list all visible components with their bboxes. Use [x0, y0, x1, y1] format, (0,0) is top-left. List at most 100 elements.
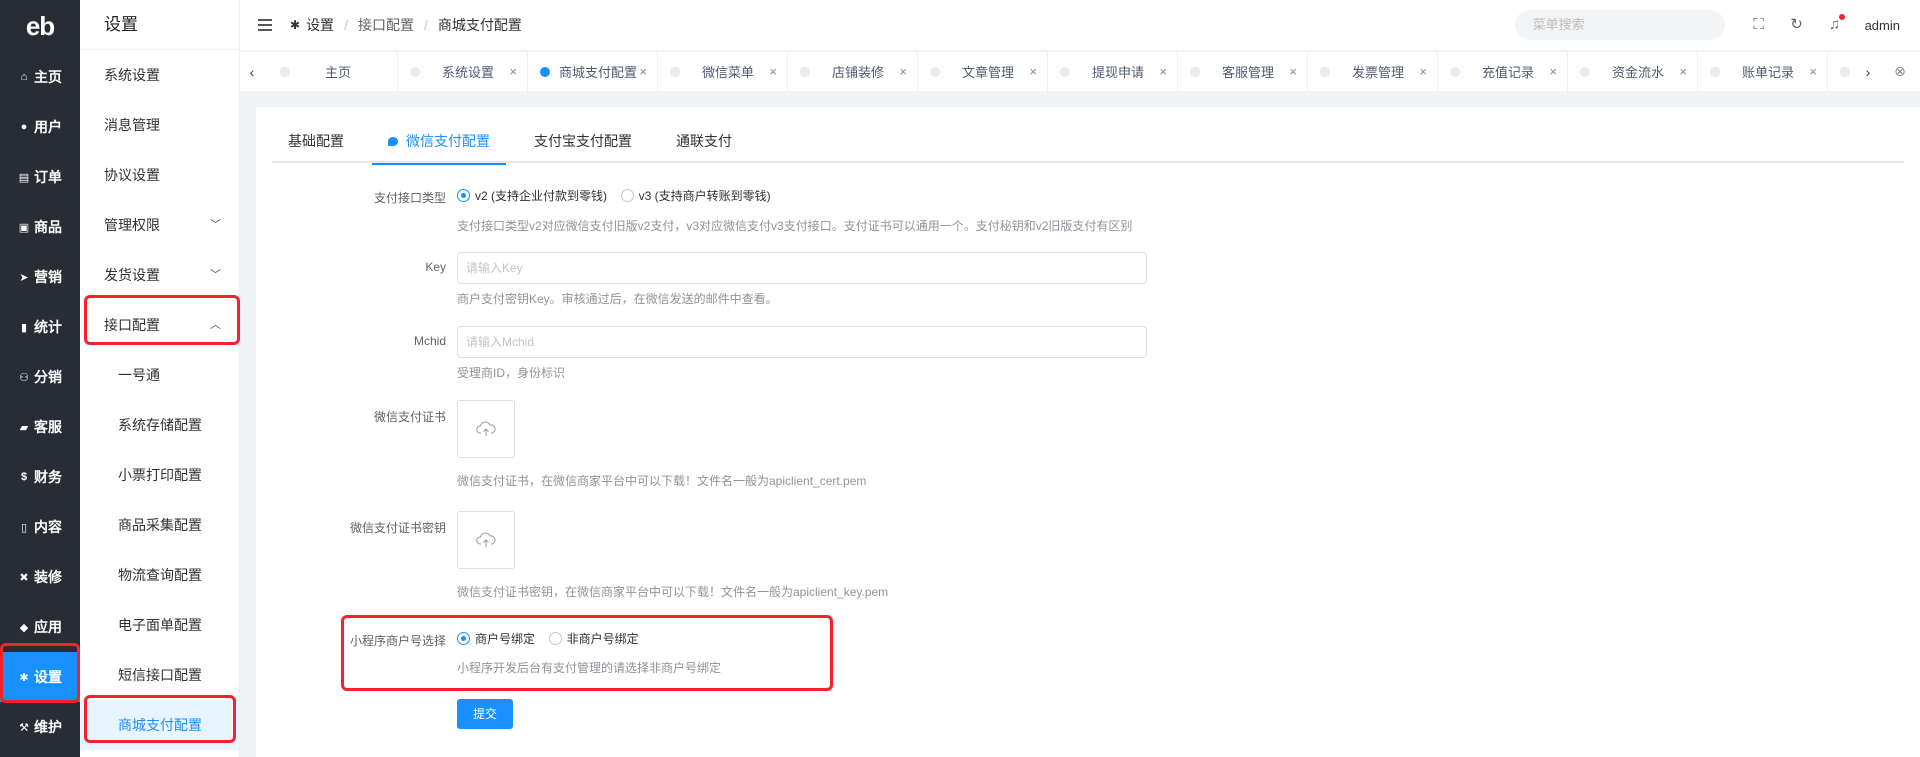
highlight-box-settings: [0, 643, 80, 703]
close-icon[interactable]: ×: [1029, 64, 1037, 79]
page-tab[interactable]: 微信菜单 ×: [658, 51, 788, 92]
breadcrumb-separator: /: [344, 17, 348, 33]
breadcrumb-mid[interactable]: 接口配置: [358, 15, 414, 35]
submit-button[interactable]: 提交: [457, 699, 513, 729]
submenu-item-shipping[interactable]: 发货设置 ﹀: [80, 250, 239, 300]
rail-item-2[interactable]: ▤ 订单: [0, 152, 80, 202]
submenu-child-item[interactable]: 系统存储配置: [80, 400, 239, 450]
tab-label: 商城支付配置: [558, 65, 637, 80]
pay-type-hint: 支付接口类型v2对应微信支付旧版v2支付，v3对应微信支付v3支付接口。支付证书…: [457, 219, 1133, 233]
chevron-left-icon[interactable]: ‹: [240, 64, 264, 80]
tab-label: 发票管理: [1351, 65, 1404, 80]
cloud-upload-icon: [476, 532, 496, 547]
submenu-child-item[interactable]: 小票打印配置: [80, 450, 239, 500]
rail-item-7[interactable]: ▰ 客服: [0, 402, 80, 452]
tab-label: 主页: [324, 65, 351, 80]
rail-item-13[interactable]: ⚒ 维护: [0, 702, 80, 752]
rail-item-4[interactable]: ➤ 营销: [0, 252, 80, 302]
rail-item-label: 装修: [34, 569, 62, 585]
submenu-child-item[interactable]: 商品采集配置: [80, 500, 239, 550]
close-icon[interactable]: ×: [1809, 64, 1817, 79]
submenu-child-item[interactable]: 电子面单配置: [80, 600, 239, 650]
tab-label: 系统设置: [441, 65, 494, 80]
submenu-label: 管理权限: [104, 217, 160, 233]
fullscreen-icon[interactable]: ⛶: [1751, 17, 1767, 33]
tab-dot: [1450, 66, 1460, 77]
rail-item-label: 商品: [34, 219, 62, 235]
rail-item-label: 应用: [34, 619, 62, 635]
page-tab[interactable]: 充值记录 ×: [1438, 51, 1568, 92]
page-tab[interactable]: 资金流水 ×: [1568, 51, 1698, 92]
cert-upload[interactable]: [457, 400, 515, 458]
rail-item-9[interactable]: ▯ 内容: [0, 502, 80, 552]
breadcrumb-separator: /: [423, 17, 428, 33]
page-tab[interactable]: 发票管理 ×: [1308, 51, 1438, 92]
tab-label: 文章管理: [961, 65, 1014, 80]
key-input[interactable]: 请输入Key: [457, 252, 1147, 284]
rail-item-1[interactable]: ● 用户: [0, 102, 80, 152]
tab-label: 充值记录: [1481, 65, 1534, 80]
menu-search-input[interactable]: 菜单搜索: [1514, 10, 1725, 40]
chevron-right-icon[interactable]: ›: [1856, 64, 1880, 80]
submenu-child-item[interactable]: 物流查询配置: [80, 550, 239, 600]
rail-item-8[interactable]: $ 财务: [0, 452, 80, 502]
page-tab[interactable]: 系统设置 ×: [398, 51, 528, 92]
tab-label: 账单记录: [1741, 65, 1794, 80]
rail-item-3[interactable]: ▣ 商品: [0, 202, 80, 252]
close-icon[interactable]: ×: [639, 64, 647, 79]
radio-pay-type-v2[interactable]: v2 (支持企业付款到零钱): [457, 187, 607, 204]
page-tab[interactable]: 客服管理 ×: [1178, 51, 1308, 92]
page-tab[interactable]: 提现申请 ×: [1048, 51, 1178, 92]
submenu-child-item[interactable]: 短信接口配置: [80, 650, 239, 700]
close-icon[interactable]: ×: [899, 64, 907, 79]
page-tab[interactable]: 店铺装修 ×: [788, 51, 918, 92]
tab-dot: [1710, 66, 1720, 77]
submenu-child-item[interactable]: 一号通: [80, 350, 239, 400]
bell-icon[interactable]: ♫: [1827, 14, 1845, 33]
close-icon[interactable]: ×: [1159, 64, 1167, 79]
close-icon[interactable]: ×: [1549, 64, 1557, 79]
tab-label: 微信菜单: [701, 65, 754, 80]
page-tab[interactable]: 文章管理 ×: [918, 51, 1048, 92]
content-tabs: 基础配置 微信支付配置 支付宝支付配置 通联支付: [272, 127, 1904, 165]
bag-icon: ▣: [18, 221, 30, 234]
refresh-icon[interactable]: ↻: [1789, 17, 1805, 33]
user-name[interactable]: admin: [1865, 18, 1900, 33]
page-tab[interactable]: 账单记录 ×: [1698, 51, 1828, 92]
tab-allinpay[interactable]: 通联支付: [660, 127, 748, 163]
close-icon[interactable]: ×: [1679, 64, 1687, 79]
tab-basic-config[interactable]: 基础配置: [272, 127, 360, 163]
submenu-label: 发货设置: [104, 267, 160, 283]
cert-key-label: 微信支付证书密钥: [349, 521, 446, 535]
menu-fold-icon[interactable]: [258, 19, 272, 31]
submenu-item-agreements[interactable]: 协议设置: [80, 150, 239, 200]
page-tab[interactable]: 优: [1828, 52, 1856, 92]
notification-dot: [1838, 14, 1845, 20]
chevron-down-icon: ﹀: [210, 219, 221, 231]
rail-item-0[interactable]: ⌂ 主页: [0, 52, 80, 102]
rail-item-6[interactable]: ⚇ 分销: [0, 352, 80, 402]
submenu-item-messages[interactable]: 消息管理: [80, 100, 239, 150]
tab-dot: [280, 66, 290, 77]
page-tab[interactable]: 主页: [268, 51, 398, 92]
gear-icon: ✱: [290, 18, 301, 32]
submenu-item-permissions[interactable]: 管理权限 ﹀: [80, 200, 239, 250]
submenu-item-system-settings[interactable]: 系统设置: [80, 50, 239, 100]
close-icon[interactable]: ×: [1289, 64, 1297, 79]
close-icon[interactable]: ×: [1419, 64, 1427, 79]
close-all-tabs-icon[interactable]: ⊗: [1880, 63, 1920, 80]
rail-item-10[interactable]: ✖ 装修: [0, 552, 80, 602]
tab-wechat-pay-config[interactable]: 微信支付配置: [372, 127, 506, 165]
page-tab[interactable]: 商城支付配置 ×: [528, 51, 658, 92]
tab-alipay-config[interactable]: 支付宝支付配置: [518, 127, 648, 163]
close-icon[interactable]: ×: [769, 64, 777, 79]
rail-item-label: 用户: [34, 119, 62, 135]
radio-pay-type-v3[interactable]: v3 (支持商户转账到零钱): [620, 187, 771, 204]
close-icon[interactable]: ×: [509, 64, 517, 79]
cert-key-upload[interactable]: [457, 511, 515, 569]
mchid-input[interactable]: 请输入Mchid: [457, 326, 1147, 358]
tab-label: 提现申请: [1091, 65, 1144, 80]
rail-item-5[interactable]: ▮ 统计: [0, 302, 80, 352]
tab-dot: [800, 66, 810, 77]
breadcrumb-root[interactable]: 设置: [306, 15, 334, 35]
